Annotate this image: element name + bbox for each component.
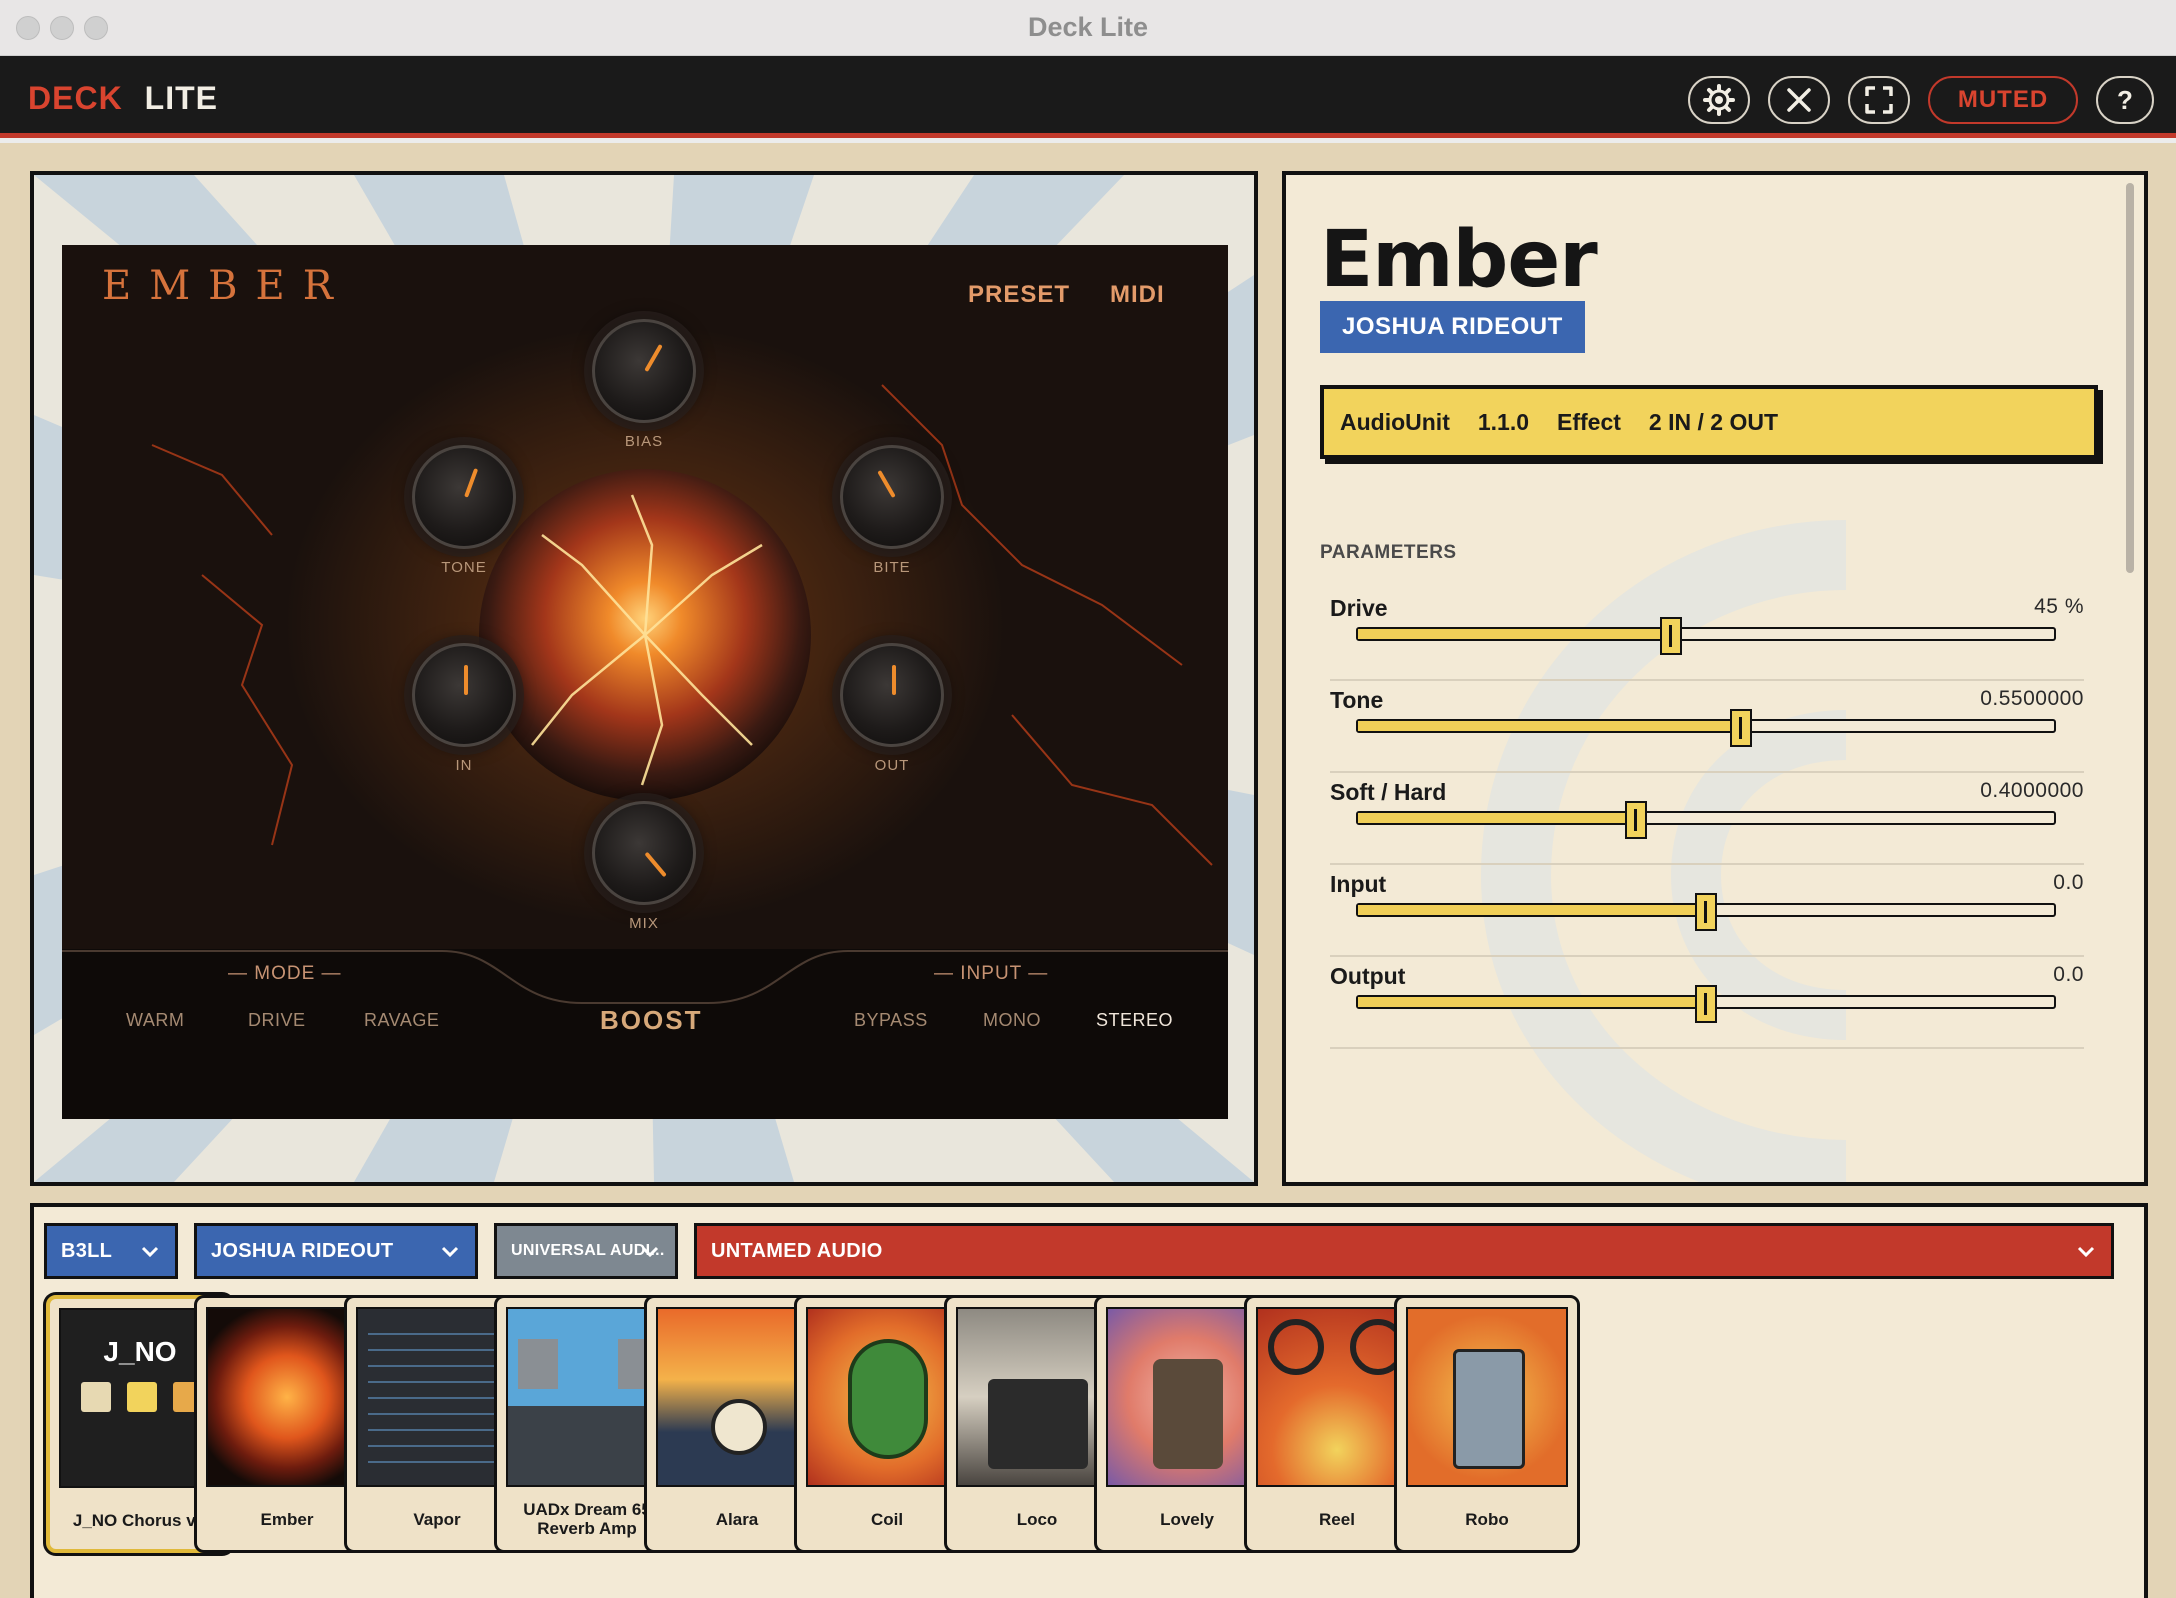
slider-fill: [1358, 997, 1706, 1007]
window-title: Deck Lite: [1027, 12, 1149, 42]
filter-untamed-dropdown[interactable]: UNTAMED AUDIO: [694, 1223, 2114, 1279]
parameter-name: Input: [1330, 871, 1387, 897]
input-mono[interactable]: MONO: [983, 1010, 1041, 1031]
brand-lite: LITE: [144, 80, 218, 116]
plugin-card-robo[interactable]: Robo: [1394, 1295, 1580, 1553]
ember-plugin-ui: EMBER PRESET MIDI BIAS TONE BITE IN OUT …: [62, 245, 1228, 1119]
parameter-name: Soft / Hard: [1330, 779, 1447, 805]
parameter-slider[interactable]: [1356, 893, 2056, 931]
mode-label: MODE: [254, 963, 316, 984]
input-group-label: — INPUT —: [934, 963, 1049, 984]
parameter-slider[interactable]: [1356, 801, 2056, 839]
parameter-value: 0.0: [2053, 963, 2084, 986]
parameter-slider[interactable]: [1356, 709, 2056, 747]
filter-author-dropdown[interactable]: JOSHUA RIDEOUT: [194, 1223, 478, 1279]
out-label: OUT: [874, 757, 910, 774]
tone-knob[interactable]: [412, 445, 516, 549]
input-stereo[interactable]: STEREO: [1096, 1010, 1173, 1031]
in-label: IN: [455, 757, 473, 774]
brand-deck: DECK: [28, 80, 123, 116]
mode-drive[interactable]: DRIVE: [248, 1010, 306, 1031]
parameter-slider[interactable]: [1356, 985, 2056, 1023]
mix-knob[interactable]: [592, 801, 696, 905]
brand-logo: DECK LITE: [28, 80, 218, 117]
parameter-row: Tone 0.5500000: [1330, 681, 2084, 773]
close-icon: [1787, 88, 1811, 112]
main-area: EMBER PRESET MIDI BIAS TONE BITE IN OUT …: [0, 143, 2176, 1598]
parameter-row: Input 0.0: [1330, 865, 2084, 957]
in-knob[interactable]: [412, 643, 516, 747]
parameter-name: Tone: [1330, 687, 1384, 713]
plugin-footer-controls: — MODE — — INPUT — WARM DRIVE RAVAGE BOO…: [62, 949, 1228, 1119]
input-label: INPUT: [960, 963, 1022, 984]
out-knob[interactable]: [840, 643, 944, 747]
slider-thumb[interactable]: [1695, 893, 1717, 931]
slider-thumb[interactable]: [1729, 709, 1752, 747]
preset-button[interactable]: PRESET: [968, 281, 1070, 309]
filter-untamed-label: UNTAMED AUDIO: [711, 1239, 883, 1262]
parameter-name: Output: [1330, 963, 1406, 989]
card-name: Robo: [1465, 1510, 1509, 1529]
slider-thumb[interactable]: [1695, 985, 1717, 1023]
plugin-title: EMBER: [102, 263, 351, 309]
parameter-value: 45 %: [2034, 595, 2084, 618]
plugin-info-box: AudioUnit 1.1.0 Effect 2 IN / 2 OUT: [1320, 385, 2098, 459]
mode-group-label: — MODE —: [228, 963, 342, 984]
window-titlebar: Deck Lite: [0, 0, 2176, 56]
plugin-browser: B3LL JOSHUA RIDEOUT UNIVERSAL AUDI... UN…: [30, 1203, 2148, 1598]
mode-warm[interactable]: WARM: [126, 1010, 184, 1031]
settings-button[interactable]: [1688, 76, 1750, 124]
parameter-value: 0.0: [2053, 871, 2084, 894]
slider-fill: [1358, 905, 1706, 915]
chevron-down-icon: [141, 1246, 159, 1258]
bite-knob[interactable]: [840, 445, 944, 549]
muted-button[interactable]: MUTED: [1928, 76, 2078, 124]
author-badge[interactable]: JOSHUA RIDEOUT: [1320, 301, 1585, 353]
robo-artwork: [1406, 1307, 1568, 1487]
input-bypass[interactable]: BYPASS: [854, 1010, 928, 1031]
parameter-slider[interactable]: [1356, 617, 2056, 655]
gear-icon: [1703, 84, 1735, 116]
chevron-down-icon: [641, 1246, 659, 1258]
filter-b3ll-label: B3LL: [61, 1239, 113, 1262]
plugin-version: 1.1.0: [1477, 408, 1530, 435]
slider-thumb[interactable]: [1660, 617, 1683, 655]
parameters-heading: PARAMETERS: [1320, 542, 1457, 563]
plugin-format: AudioUnit: [1340, 408, 1450, 435]
plugin-type: Effect: [1557, 408, 1621, 435]
slider-thumb[interactable]: [1625, 801, 1648, 839]
filter-vendor-dropdown[interactable]: UNIVERSAL AUDI...: [494, 1223, 678, 1279]
bite-label: BITE: [873, 559, 911, 576]
parameter-row: Soft / Hard 0.4000000: [1330, 773, 2084, 865]
mode-ravage[interactable]: RAVAGE: [364, 1010, 439, 1031]
slider-fill: [1358, 629, 1672, 639]
slider-fill: [1358, 721, 1741, 731]
slider-fill: [1358, 813, 1637, 823]
parameter-value: 0.5500000: [1980, 687, 2084, 710]
plugin-details-panel: Ember JOSHUA RIDEOUT AudioUnit 1.1.0 Eff…: [1282, 171, 2148, 1186]
plugin-io: 2 IN / 2 OUT: [1648, 408, 1779, 435]
help-button[interactable]: ?: [2096, 76, 2154, 124]
details-scrollbar[interactable]: [2126, 183, 2134, 573]
parameter-name: Drive: [1330, 595, 1388, 621]
app-header: DECK LITE MUTED ?: [0, 56, 2176, 138]
boost-button[interactable]: BOOST: [600, 1005, 702, 1036]
mix-label: MIX: [629, 915, 659, 932]
fullscreen-icon: [1865, 86, 1893, 114]
close-plugin-button[interactable]: [1768, 76, 1830, 124]
fullscreen-button[interactable]: [1848, 76, 1910, 124]
parameter-value: 0.4000000: [1980, 779, 2084, 802]
parameter-row: Output 0.0: [1330, 957, 2084, 1049]
parameter-row: Drive 45 %: [1330, 589, 2084, 681]
midi-button[interactable]: MIDI: [1110, 281, 1165, 309]
tone-label: TONE: [441, 559, 487, 576]
plugin-name: Ember: [1320, 215, 1598, 305]
filter-b3ll-dropdown[interactable]: B3LL: [44, 1223, 178, 1279]
bias-knob[interactable]: [592, 319, 696, 423]
bias-label: BIAS: [624, 433, 664, 450]
chevron-down-icon: [2077, 1246, 2095, 1258]
filter-author-label: JOSHUA RIDEOUT: [211, 1239, 394, 1262]
chevron-down-icon: [441, 1246, 459, 1258]
plugin-view-panel: EMBER PRESET MIDI BIAS TONE BITE IN OUT …: [30, 171, 1258, 1186]
